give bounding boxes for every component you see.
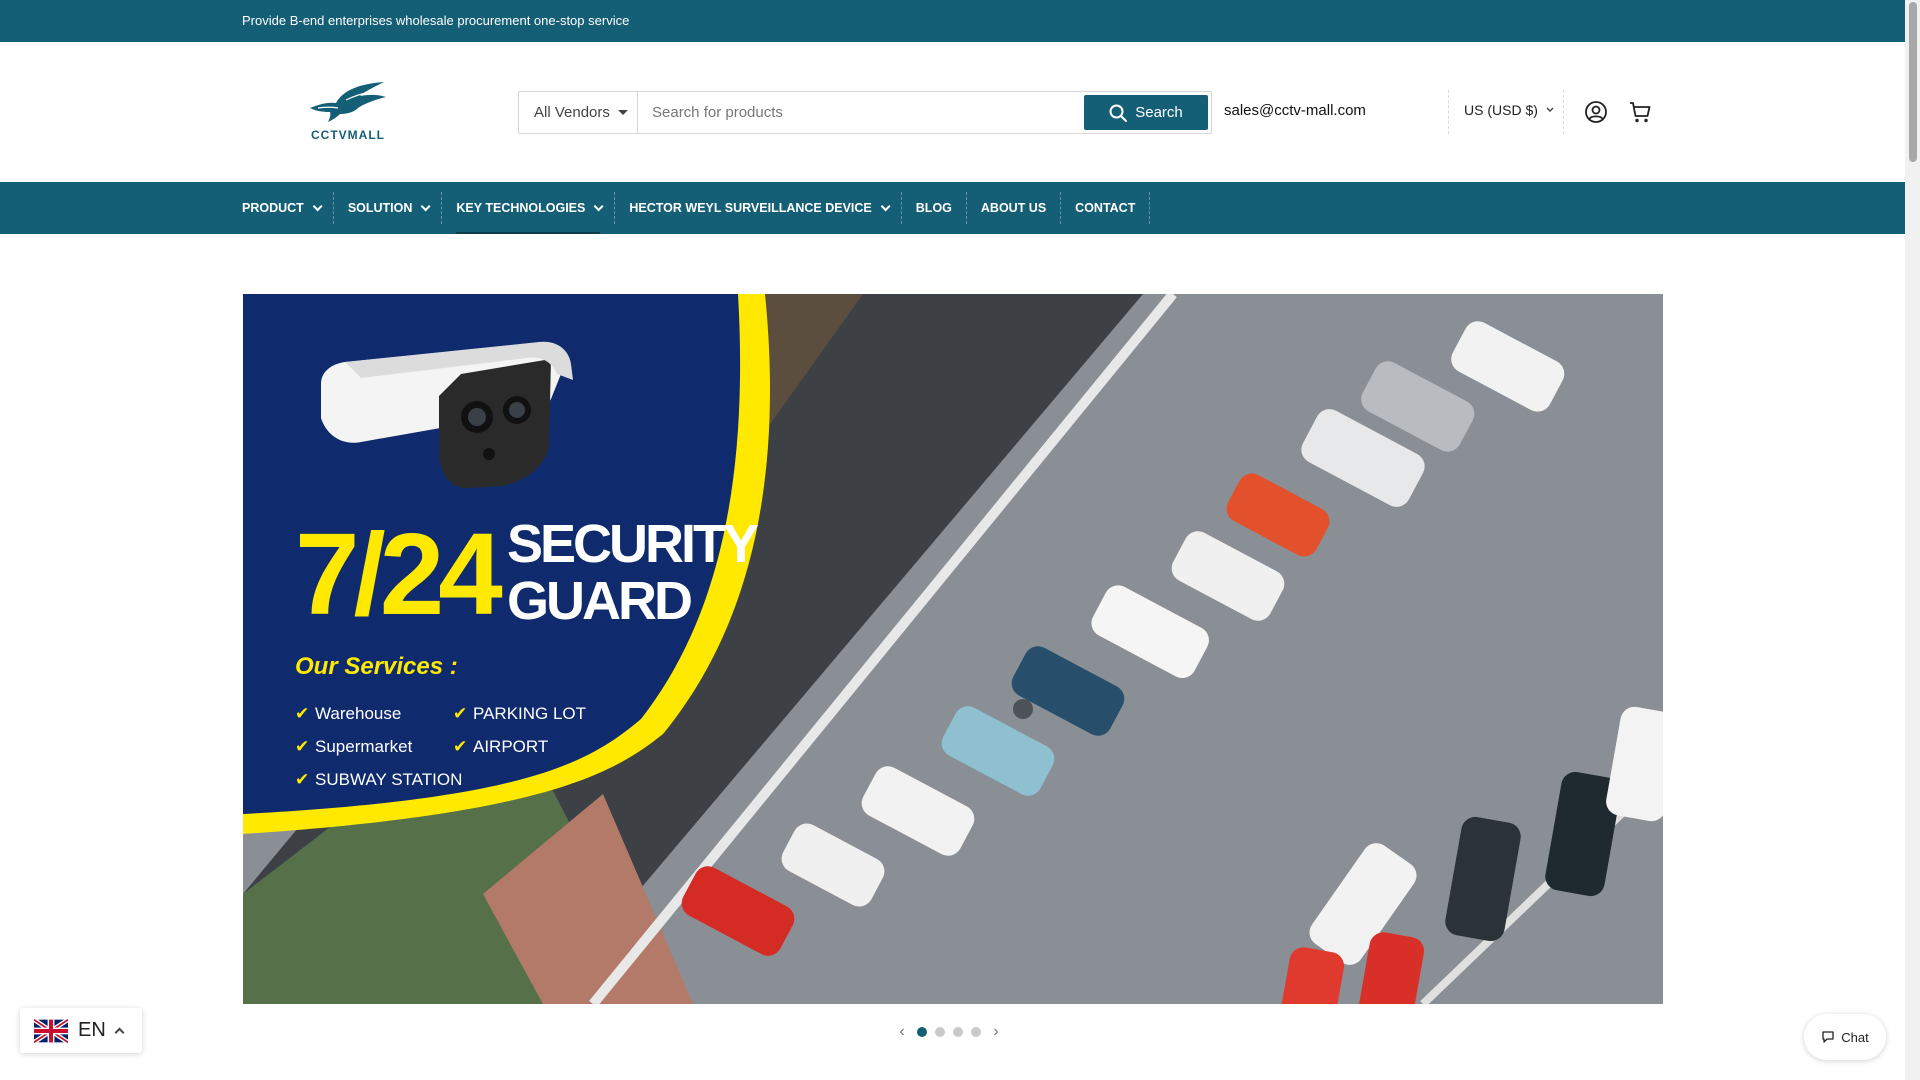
chevron-down-icon	[594, 200, 604, 211]
nav-item-key-technologies[interactable]: KEY TECHNOLOGIES	[442, 192, 616, 234]
site-header: CCTVMALL All Vendors Search sales@cctv-m…	[0, 42, 1905, 182]
hero-slide[interactable]: 7/24 SECURITY GUARD Our Services : ✔ War…	[243, 294, 1663, 1004]
currency-label: US (USD $)	[1464, 102, 1538, 118]
cart-button[interactable]	[1627, 99, 1653, 125]
nav-item-label: BLOG	[915, 201, 952, 215]
slider-dot-2[interactable]	[935, 1027, 945, 1037]
check-icon: ✔	[295, 770, 309, 789]
slider-dot-1[interactable]	[917, 1027, 927, 1037]
search-button-label: Search	[1135, 104, 1183, 121]
nav-item-label: CONTACT	[1075, 201, 1136, 215]
account-button[interactable]	[1583, 99, 1609, 125]
language-selector[interactable]: EN	[20, 1008, 142, 1053]
page-scrollbar[interactable]	[1905, 0, 1920, 1080]
scrollbar-thumb[interactable]	[1909, 2, 1917, 162]
chat-bubble-icon	[1822, 1031, 1834, 1043]
chevron-up-icon	[114, 1027, 125, 1038]
search-input[interactable]	[638, 92, 1084, 133]
check-icon: ✔	[453, 737, 467, 756]
hero-banner-image: 7/24 SECURITY GUARD Our Services : ✔ War…	[243, 294, 1663, 1004]
user-circle-icon	[1585, 101, 1607, 123]
slider-dot-4[interactable]	[971, 1027, 981, 1037]
slider-pagination: ‹ ›	[895, 1023, 1003, 1040]
nav-item-blog[interactable]: BLOG	[902, 192, 967, 224]
nav-item-label: SOLUTION	[347, 201, 413, 215]
chevron-down-icon	[312, 200, 323, 211]
service-item: PARKING LOT	[473, 704, 586, 723]
nav-item-label: PRODUCT	[242, 201, 304, 215]
header-divider	[1448, 90, 1449, 134]
cart-icon	[1630, 102, 1651, 123]
search-icon	[1109, 104, 1128, 122]
announcement-bar: Provide B-end enterprises wholesale proc…	[0, 0, 1905, 42]
nav-list: PRODUCT SOLUTION KEY TECHNOLOGIES HECTOR…	[242, 192, 1151, 234]
chevron-down-icon	[1546, 107, 1554, 112]
nav-item-product[interactable]: PRODUCT	[242, 192, 334, 224]
nav-item-solution[interactable]: SOLUTION	[334, 192, 443, 224]
service-item: SUBWAY STATION	[315, 770, 462, 789]
language-label: EN	[78, 1019, 106, 1041]
header-divider	[1563, 90, 1564, 134]
service-item: AIRPORT	[473, 737, 548, 756]
search-bar: All Vendors Search	[518, 91, 1212, 134]
services-title: Our Services :	[295, 653, 458, 680]
chevron-down-icon	[880, 200, 891, 211]
chat-button[interactable]: Chat	[1804, 1014, 1886, 1060]
check-icon: ✔	[295, 737, 309, 756]
contact-email[interactable]: sales@cctv-mall.com	[1224, 102, 1366, 119]
headline-number: 7/24	[295, 509, 502, 639]
logo[interactable]: CCTVMALL	[306, 78, 390, 144]
chevron-left-icon[interactable]: ‹	[895, 1023, 909, 1040]
main-nav: PRODUCT SOLUTION KEY TECHNOLOGIES HECTOR…	[0, 182, 1905, 234]
vendor-select[interactable]: All Vendors	[519, 92, 638, 133]
currency-selector[interactable]: US (USD $)	[1464, 102, 1554, 118]
chevron-right-icon[interactable]: ›	[989, 1023, 1003, 1040]
uk-flag-icon	[34, 1018, 68, 1043]
check-icon: ✔	[453, 704, 467, 723]
chevron-down-icon	[421, 200, 431, 211]
nav-item-hector-weyl[interactable]: HECTOR WEYL SURVEILLANCE DEVICE	[615, 192, 902, 224]
eagle-logo-icon	[310, 82, 386, 122]
slider-dot-3[interactable]	[953, 1027, 963, 1037]
nav-item-label: HECTOR WEYL SURVEILLANCE DEVICE	[629, 201, 872, 215]
caret-down-icon	[617, 110, 628, 115]
check-icon: ✔	[295, 704, 309, 723]
nav-item-contact[interactable]: CONTACT	[1061, 192, 1151, 224]
headline-line2: GUARD	[507, 571, 691, 631]
search-button[interactable]: Search	[1084, 95, 1208, 130]
logo-text: CCTVMALL	[311, 128, 385, 142]
vendor-select-label: All Vendors	[534, 104, 610, 121]
headline-line1: SECURITY	[507, 514, 759, 574]
nav-item-label: ABOUT US	[980, 201, 1047, 215]
service-item: Supermarket	[315, 737, 413, 756]
service-item: Warehouse	[315, 704, 401, 723]
chat-label: Chat	[1841, 1029, 1869, 1045]
announcement-text: Provide B-end enterprises wholesale proc…	[242, 13, 630, 28]
nav-item-label: KEY TECHNOLOGIES	[456, 201, 586, 215]
page: Provide B-end enterprises wholesale proc…	[0, 0, 1920, 1080]
nav-item-about-us[interactable]: ABOUT US	[967, 192, 1062, 224]
